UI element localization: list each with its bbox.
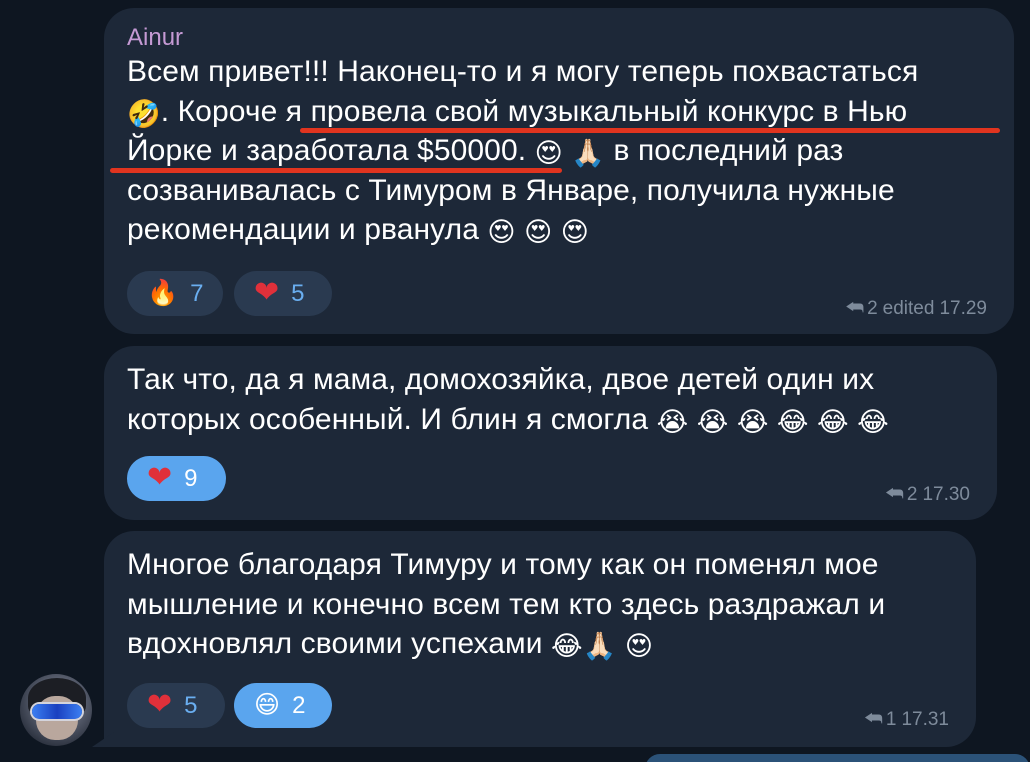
message-text: Многое благодаря Тимуру и тому как он по… bbox=[127, 548, 886, 662]
reaction-count: 5 bbox=[291, 279, 305, 307]
reply-arrow-icon[interactable]: ⮪ bbox=[885, 483, 904, 506]
edited-label: edited bbox=[882, 297, 935, 319]
message-bubble[interactable]: Ainur Всем привет!!! Наконец-то и я могу… bbox=[104, 8, 1014, 334]
reaction-count: 5 bbox=[184, 691, 198, 719]
reply-count[interactable]: 2 bbox=[867, 298, 878, 320]
avatar-sunglasses bbox=[32, 704, 82, 719]
next-message-bubble-partial[interactable] bbox=[645, 754, 1030, 762]
fire-icon: 🔥 bbox=[147, 279, 179, 307]
joy-emoji: 😂 bbox=[551, 631, 583, 662]
joy-emoji: 😂 bbox=[776, 406, 809, 437]
grinning-smile-icon: 😄 bbox=[254, 691, 281, 719]
message-text: Всем привет!!! Наконец-то и я могу тепер… bbox=[127, 55, 919, 248]
red-underline-annotation bbox=[110, 168, 562, 173]
heart-icon: ❤ bbox=[254, 275, 280, 309]
crying-emoji: 😭 bbox=[696, 406, 729, 437]
heart-eyes-emoji: 😍 bbox=[534, 138, 563, 169]
message-time: 17.31 bbox=[901, 708, 949, 730]
heart-eyes-emoji: 😍 bbox=[560, 217, 590, 248]
reaction-heart[interactable]: ❤ 9 bbox=[127, 456, 226, 501]
heart-icon: ❤ bbox=[147, 460, 173, 494]
folded-hands-emoji: 🙏🏻 bbox=[582, 631, 617, 662]
user-avatar[interactable] bbox=[20, 674, 92, 746]
heart-eyes-emoji: 😍 bbox=[524, 217, 553, 248]
message-bubble[interactable]: Так что, да я мама, домохозяйка, двое де… bbox=[104, 346, 997, 520]
folded-hands-emoji: 🙏🏻 bbox=[571, 138, 606, 169]
message-time: 17.30 bbox=[922, 483, 970, 505]
reaction-heart[interactable]: ❤ 5 bbox=[127, 683, 225, 728]
red-underline-annotation bbox=[300, 128, 1000, 133]
reaction-count: 2 bbox=[292, 691, 306, 719]
message-meta: ⮪ 1 17.31 bbox=[864, 708, 949, 731]
message-time: 17.29 bbox=[939, 297, 987, 319]
reaction-count: 7 bbox=[190, 279, 204, 307]
reaction-heart[interactable]: ❤ 5 bbox=[234, 271, 332, 316]
crying-emoji: 😭 bbox=[736, 406, 769, 437]
heart-eyes-emoji: 😍 bbox=[624, 631, 654, 662]
message-meta: ⮪ 2 17.30 bbox=[885, 483, 970, 506]
reply-arrow-icon[interactable]: ⮪ bbox=[864, 708, 883, 731]
message-text: Так что, да я мама, домохозяйка, двое де… bbox=[127, 363, 889, 437]
reaction-fire[interactable]: 🔥 7 bbox=[127, 271, 223, 316]
reaction-count: 9 bbox=[184, 464, 198, 492]
rofl-emoji: 🤣 bbox=[127, 98, 161, 129]
sender-name[interactable]: Ainur bbox=[127, 24, 183, 52]
crying-emoji: 😭 bbox=[656, 406, 689, 437]
heart-eyes-emoji: 😍 bbox=[487, 217, 516, 248]
joy-emoji: 😂 bbox=[817, 406, 849, 437]
message-meta: ⮪ 2 edited 17.29 bbox=[845, 297, 987, 320]
reply-count[interactable]: 2 bbox=[907, 484, 918, 506]
reply-count[interactable]: 1 bbox=[886, 709, 897, 731]
message-bubble[interactable]: Многое благодаря Тимуру и тому как он по… bbox=[104, 531, 976, 747]
reply-arrow-icon[interactable]: ⮪ bbox=[845, 297, 864, 320]
joy-emoji: 😂 bbox=[857, 406, 889, 437]
reaction-smile[interactable]: 😄 2 bbox=[234, 683, 332, 728]
heart-icon: ❤ bbox=[147, 687, 173, 721]
